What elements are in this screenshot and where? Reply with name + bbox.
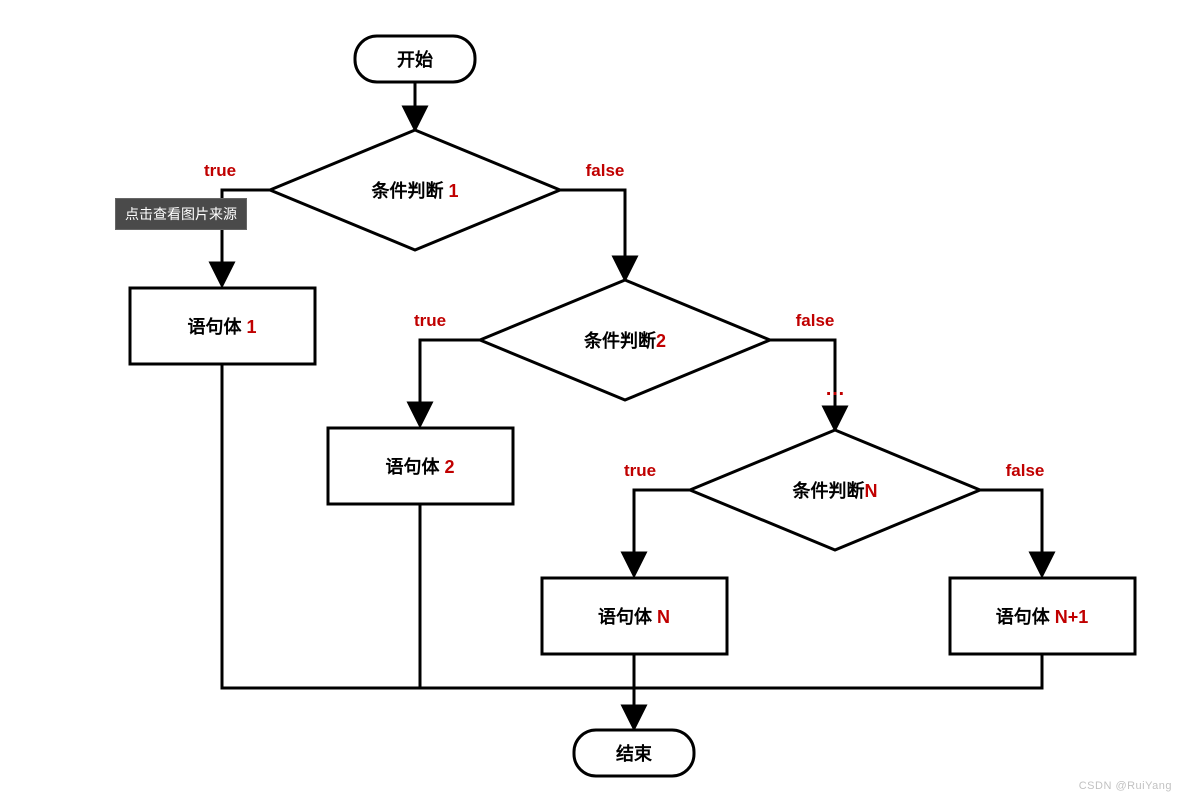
d2-false-label: false [796, 311, 835, 330]
d1-true-label: true [204, 161, 236, 180]
dN-true-label: true [624, 461, 656, 480]
edge-bN1-merge [634, 654, 1042, 688]
decision-n-prefix: 条件判断 [792, 480, 865, 501]
body-n: 语句体 N [542, 578, 727, 654]
decision-1: 条件判断 1 [270, 130, 560, 250]
d1-false-label: false [586, 161, 625, 180]
start-node: 开始 [355, 36, 475, 82]
decision-2: 条件判断2 [480, 280, 770, 400]
watermark: CSDN @RuiYang [1079, 780, 1172, 792]
watermark-text: CSDN @RuiYang [1079, 780, 1172, 792]
body-1-prefix: 语句体 [187, 316, 246, 337]
dN-false-label: false [1006, 461, 1045, 480]
body-2: 语句体 2 [328, 428, 513, 504]
tooltip-text: 点击查看图片来源 [125, 206, 237, 222]
start-label: 开始 [397, 49, 433, 70]
image-source-tooltip[interactable]: 点击查看图片来源 [115, 198, 247, 230]
svg-text:语句体 N: 语句体 N [598, 606, 670, 627]
body-n1: 语句体 N+1 [950, 578, 1135, 654]
decision-1-prefix: 条件判断 [370, 180, 448, 201]
svg-text:语句体 2: 语句体 2 [385, 456, 454, 477]
decision-n: 条件判断N [690, 430, 980, 550]
body-2-prefix: 语句体 [385, 456, 444, 477]
body-n1-num: N+1 [1055, 607, 1089, 627]
decision-2-prefix: 条件判断 [583, 330, 656, 351]
body-n-prefix: 语句体 [598, 606, 657, 627]
end-node: 结束 [574, 730, 694, 776]
body-1: 语句体 1 [130, 288, 315, 364]
body-2-num: 2 [445, 457, 455, 477]
edge-d2-b2 [420, 340, 480, 424]
edge-d1-d2 [560, 190, 625, 278]
body-n1-prefix: 语句体 [996, 606, 1055, 627]
body-n-num: N [657, 607, 670, 627]
svg-text:语句体 N+1: 语句体 N+1 [996, 606, 1089, 627]
decision-2-num: 2 [656, 331, 666, 351]
edge-dN-bN1 [980, 490, 1042, 574]
d2-true-label: true [414, 311, 446, 330]
decision-n-num: N [865, 481, 878, 501]
svg-text:条件判断N: 条件判断N [792, 480, 878, 501]
svg-text:条件判断2: 条件判断2 [583, 330, 666, 351]
ellipsis-label: … [825, 378, 845, 400]
svg-text:条件判断 1: 条件判断 1 [370, 180, 458, 201]
decision-1-num: 1 [449, 181, 459, 201]
body-1-num: 1 [247, 317, 257, 337]
end-label: 结束 [616, 743, 653, 764]
svg-text:语句体 1: 语句体 1 [187, 316, 256, 337]
edge-dN-bN [634, 490, 690, 574]
flowchart-canvas: 开始 条件判断 1 true false 语句体 1 条件判断2 true fa… [0, 0, 1184, 800]
